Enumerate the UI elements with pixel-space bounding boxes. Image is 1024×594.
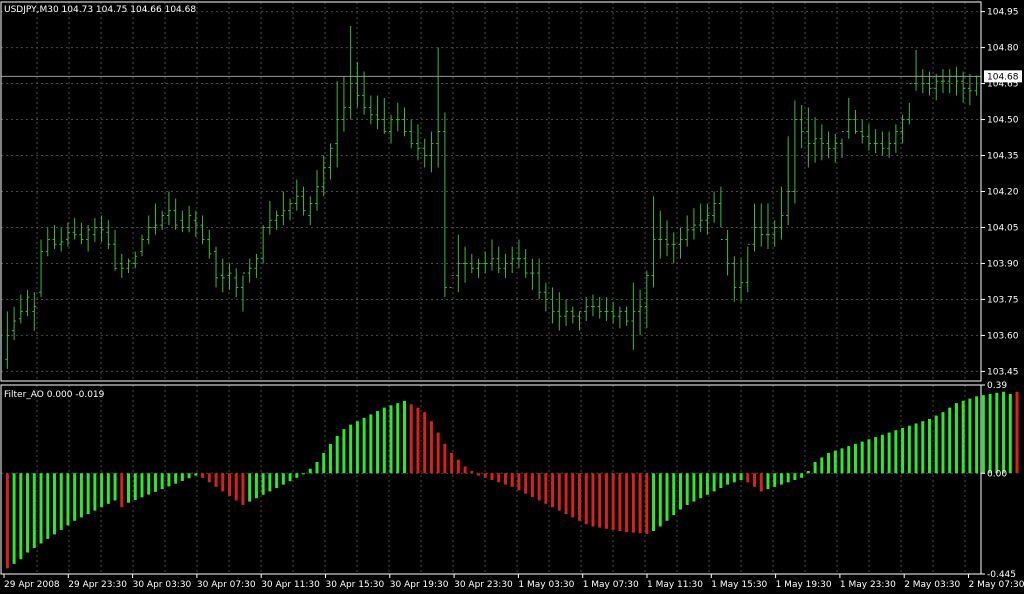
- time-tick-label: 30 Apr 19:30: [390, 580, 449, 590]
- time-tick-label: 1 May 03:30: [518, 580, 574, 590]
- ao-tick-label: 0.39: [987, 381, 1007, 391]
- chart-background: [0, 0, 1024, 594]
- time-tick-label: 30 Apr 11:30: [261, 580, 320, 590]
- price-tick-label: 103.45: [987, 367, 1019, 377]
- time-tick-label: 30 Apr 15:30: [326, 580, 385, 590]
- chart[interactable]: 104.95104.80104.65104.50104.35104.20104.…: [0, 0, 1024, 594]
- ao-tick-label: 0.00: [987, 469, 1007, 479]
- price-tick-label: 103.60: [987, 331, 1019, 341]
- time-tick-label: 2 May 07:30: [969, 580, 1024, 590]
- time-tick-label: 1 May 11:30: [647, 580, 703, 590]
- time-tick-label: 29 Apr 2008: [4, 580, 60, 590]
- time-tick-label: 2 May 03:30: [904, 580, 960, 590]
- last-price-label: 104.68: [987, 72, 1019, 82]
- price-tick-label: 103.90: [987, 259, 1019, 269]
- time-tick-label: 29 Apr 23:30: [68, 580, 127, 590]
- price-tick-label: 104.95: [987, 8, 1019, 18]
- time-tick-label: 30 Apr 07:30: [197, 580, 256, 590]
- time-tick-label: 1 May 19:30: [776, 580, 832, 590]
- time-tick-label: 1 May 15:30: [711, 580, 767, 590]
- time-tick-label: 1 May 23:30: [840, 580, 896, 590]
- price-tick-label: 104.05: [987, 223, 1019, 233]
- price-tick-label: 104.80: [987, 44, 1019, 54]
- price-tick-label: 104.20: [987, 188, 1019, 198]
- price-tick-label: 104.35: [987, 152, 1019, 162]
- price-tick-label: 103.75: [987, 295, 1019, 305]
- ao-tick-label: -0.445: [987, 570, 1016, 580]
- time-tick-label: 1 May 07:30: [583, 580, 639, 590]
- price-tick-label: 104.50: [987, 116, 1019, 126]
- time-tick-label: 30 Apr 03:30: [133, 580, 192, 590]
- time-tick-label: 30 Apr 23:30: [454, 580, 513, 590]
- indicator-panel-header: Filter_AO 0.000 -0.019: [4, 390, 105, 400]
- main-panel-header: USDJPY,M30 104.73 104.75 104.66 104.68: [4, 5, 196, 15]
